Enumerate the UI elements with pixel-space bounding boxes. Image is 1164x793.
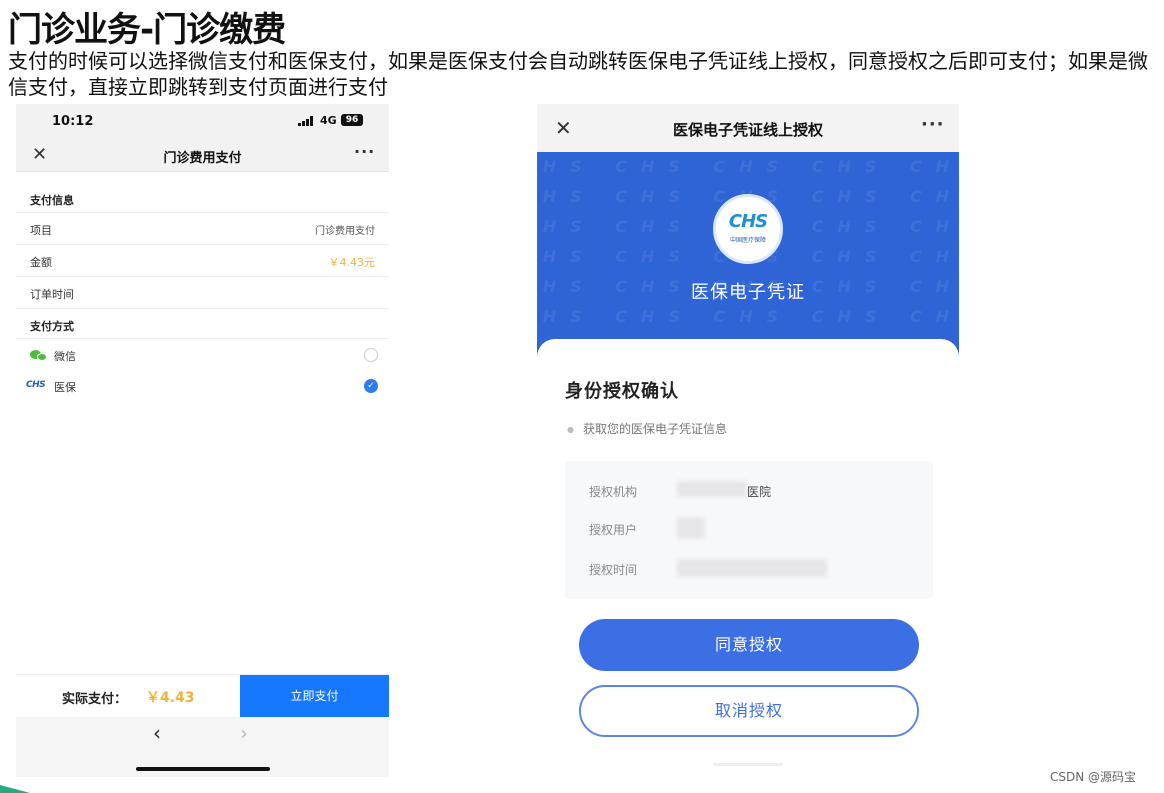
- authorization-details: 授权机构 医院 授权用户 授权时间: [565, 461, 933, 599]
- payment-option-insurance[interactable]: CHS 医保 ✓: [16, 370, 389, 402]
- cancel-authorization-button[interactable]: 取消授权: [579, 685, 919, 737]
- total-amount: ￥4.43: [146, 690, 195, 706]
- info-label: 金额: [30, 256, 52, 269]
- radio-selected-checkmark-icon[interactable]: ✓: [364, 379, 378, 393]
- info-row-amount: 金额 ￥4.43元: [16, 244, 389, 276]
- payment-method-heading: 支付方式: [30, 320, 74, 333]
- slide-description: 支付的时候可以选择微信支付和医保支付，如果是医保支付会自动跳转医保电子凭证线上授…: [8, 49, 1148, 99]
- wechat-icon: [30, 349, 48, 361]
- field-label-time: 授权时间: [589, 563, 638, 577]
- authorization-phone-screenshot: ✕ 医保电子凭证线上授权 ··· CHS CHS CHS CHS CHS CHS…: [537, 104, 959, 777]
- signal-icon: [298, 116, 316, 126]
- total-label: 实际支付：: [62, 692, 128, 707]
- slide-title: 门诊业务-门诊缴费: [8, 10, 286, 50]
- navigation-bar: ✕ 医保电子凭证线上授权 ···: [537, 104, 959, 152]
- page-title: 门诊费用支付: [163, 151, 242, 166]
- more-icon[interactable]: ···: [921, 114, 945, 135]
- card-heading: 身份授权确认: [565, 381, 679, 402]
- status-time: 10:12: [52, 114, 94, 129]
- bullet-dot-icon: ●: [567, 425, 574, 434]
- footer-credit: CSDN @源码宝: [1050, 770, 1137, 784]
- insurance-banner: CHS CHS CHS CHS CHS CHS CHS CHS CHS CHS …: [537, 152, 959, 362]
- field-value-institution: 医院: [747, 485, 772, 499]
- more-icon[interactable]: ···: [354, 142, 375, 161]
- home-indicator: [713, 763, 783, 766]
- logo-text: CHS: [728, 211, 768, 232]
- chs-logo-icon: CHS: [26, 380, 46, 390]
- info-value: 门诊费用支付: [315, 226, 375, 237]
- forward-arrow-icon[interactable]: ›: [240, 721, 248, 745]
- redacted-value: [677, 481, 747, 497]
- browser-toolbar: ‹ ›: [16, 717, 389, 777]
- back-arrow-icon[interactable]: ‹: [153, 721, 161, 745]
- authorization-scope: 获取您的医保电子凭证信息: [583, 422, 728, 436]
- payment-phone-screenshot: 10:12 4G 96 ✕ 门诊费用支付 ··· 支付信息 项目 门诊费用支付 …: [16, 104, 389, 777]
- banner-title: 医保电子凭证: [691, 282, 805, 303]
- info-label: 订单时间: [30, 288, 74, 301]
- payment-method-header: 支付方式: [16, 308, 389, 338]
- info-label: 项目: [30, 224, 52, 237]
- info-row-item: 项目 门诊费用支付: [16, 212, 389, 244]
- status-bar: 10:12 4G 96: [16, 104, 389, 138]
- payment-option-label: 医保: [54, 381, 76, 394]
- redacted-value: [677, 517, 705, 539]
- radio-unselected[interactable]: [364, 348, 378, 362]
- redacted-value: [677, 559, 827, 577]
- navigation-bar: ✕ 门诊费用支付 ···: [16, 138, 389, 172]
- network-label: 4G: [320, 114, 337, 127]
- payment-option-label: 微信: [54, 350, 76, 363]
- payment-info-heading: 支付信息: [30, 194, 74, 207]
- logo-subtext: 中国医疗保障: [729, 237, 766, 244]
- authorization-card: 身份授权确认 ● 获取您的医保电子凭证信息 授权机构 医院 授权用户 授权时间 …: [537, 339, 959, 777]
- field-label-user: 授权用户: [589, 523, 638, 537]
- pay-now-button[interactable]: 立即支付: [240, 675, 389, 718]
- field-label-institution: 授权机构: [589, 485, 638, 499]
- payment-footer: 实际支付： ￥4.43 立即支付: [16, 674, 389, 718]
- home-indicator[interactable]: [136, 767, 270, 771]
- payment-option-wechat[interactable]: 微信: [16, 338, 389, 370]
- corner-decoration: [0, 785, 30, 793]
- agree-authorization-button[interactable]: 同意授权: [579, 619, 919, 671]
- battery-icon: 96: [341, 114, 363, 126]
- amount-value: ￥4.43元: [328, 256, 376, 269]
- page-title: 医保电子凭证线上授权: [672, 121, 823, 139]
- info-row-order-time: 订单时间: [16, 276, 389, 308]
- chs-logo-icon: CHS 中国医疗保障: [713, 194, 783, 264]
